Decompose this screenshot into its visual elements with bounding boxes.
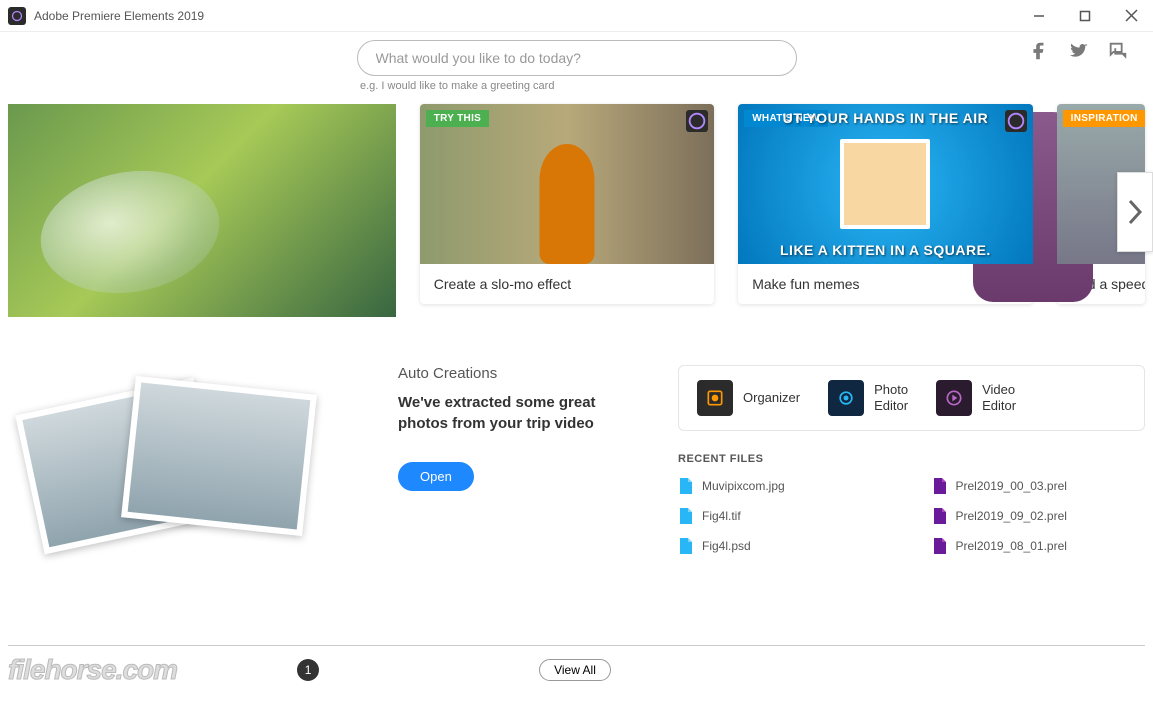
photo-editor-label: Photo Editor (874, 382, 908, 413)
meme-image (840, 139, 930, 229)
video-editor-button[interactable]: Video Editor (936, 380, 1016, 416)
watermark: filehorse.com (8, 654, 177, 686)
photo-editor-button[interactable]: Photo Editor (828, 380, 908, 416)
recent-file-item[interactable]: Muvipixcom.jpg (678, 477, 892, 495)
minimize-button[interactable] (1025, 2, 1053, 30)
auto-creations-desc: We've extracted some great photos from y… (398, 392, 638, 434)
app-title: Adobe Premiere Elements 2019 (34, 9, 204, 23)
organizer-icon (697, 380, 733, 416)
editors-panel: Organizer Photo Editor Video Editor (678, 365, 1145, 431)
facebook-icon[interactable] (1027, 40, 1049, 62)
search-row (0, 32, 1153, 78)
file-name: Fig4l.psd (702, 539, 751, 553)
recent-file-item[interactable]: Prel2019_00_03.prel (932, 477, 1146, 495)
elements-icon (686, 110, 708, 132)
lower-area: Auto Creations We've extracted some grea… (0, 317, 1153, 585)
app-icon (8, 7, 26, 25)
organizer-label: Organizer (743, 390, 800, 406)
view-all-button[interactable]: View All (539, 659, 611, 681)
file-name: Muvipixcom.jpg (702, 479, 785, 493)
close-button[interactable] (1117, 2, 1145, 30)
inspiration-badge: INSPIRATION (1063, 110, 1145, 127)
carousel-card-slomo[interactable]: TRY THIS Create a slo-mo effect (420, 104, 714, 304)
photo-editor-icon (828, 380, 864, 416)
card-caption: Create a slo-mo effect (420, 264, 714, 304)
recent-files-heading: RECENT FILES (678, 453, 1145, 465)
organizer-button[interactable]: Organizer (697, 380, 800, 416)
video-editor-label: Video Editor (982, 382, 1016, 413)
carousel-next-button[interactable] (1117, 172, 1153, 252)
file-name: Prel2019_08_01.prel (956, 539, 1067, 553)
chat-icon[interactable] (1107, 40, 1129, 62)
search-hint: e.g. I would like to make a greeting car… (360, 80, 1153, 92)
file-name: Prel2019_09_02.prel (956, 509, 1067, 523)
recent-file-item[interactable]: Fig4l.psd (678, 537, 892, 555)
titlebar: Adobe Premiere Elements 2019 (0, 0, 1153, 32)
recent-file-item[interactable]: Fig4l.tif (678, 507, 892, 525)
try-this-badge: TRY THIS (426, 110, 489, 127)
search-input[interactable] (357, 40, 797, 76)
recent-file-item[interactable]: Prel2019_08_01.prel (932, 537, 1146, 555)
carousel-hero[interactable] (8, 104, 396, 317)
polaroid-photo (121, 376, 317, 536)
page-indicator[interactable]: 1 (297, 659, 319, 681)
auto-creations-panel: Auto Creations We've extracted some grea… (398, 365, 638, 585)
open-button[interactable]: Open (398, 462, 474, 491)
auto-creations-thumbs (8, 365, 358, 585)
maximize-button[interactable] (1071, 2, 1099, 30)
footer: filehorse.com 1 View All (8, 645, 1145, 686)
recent-files: RECENT FILES Muvipixcom.jpg Prel2019_00_0… (678, 453, 1145, 555)
twitter-icon[interactable] (1067, 40, 1089, 62)
carousel: TRY THIS Create a slo-mo effect WHAT'S N… (0, 92, 1153, 317)
recent-file-item[interactable]: Prel2019_09_02.prel (932, 507, 1146, 525)
file-name: Prel2019_00_03.prel (956, 479, 1067, 493)
file-name: Fig4l.tif (702, 509, 741, 523)
meme-top-text: UT YOUR HANDS IN THE AIR (738, 110, 1032, 126)
auto-creations-heading: Auto Creations (398, 365, 638, 382)
meme-bottom-text: LIKE A KITTEN IN A SQUARE. (738, 242, 1032, 258)
video-editor-icon (936, 380, 972, 416)
